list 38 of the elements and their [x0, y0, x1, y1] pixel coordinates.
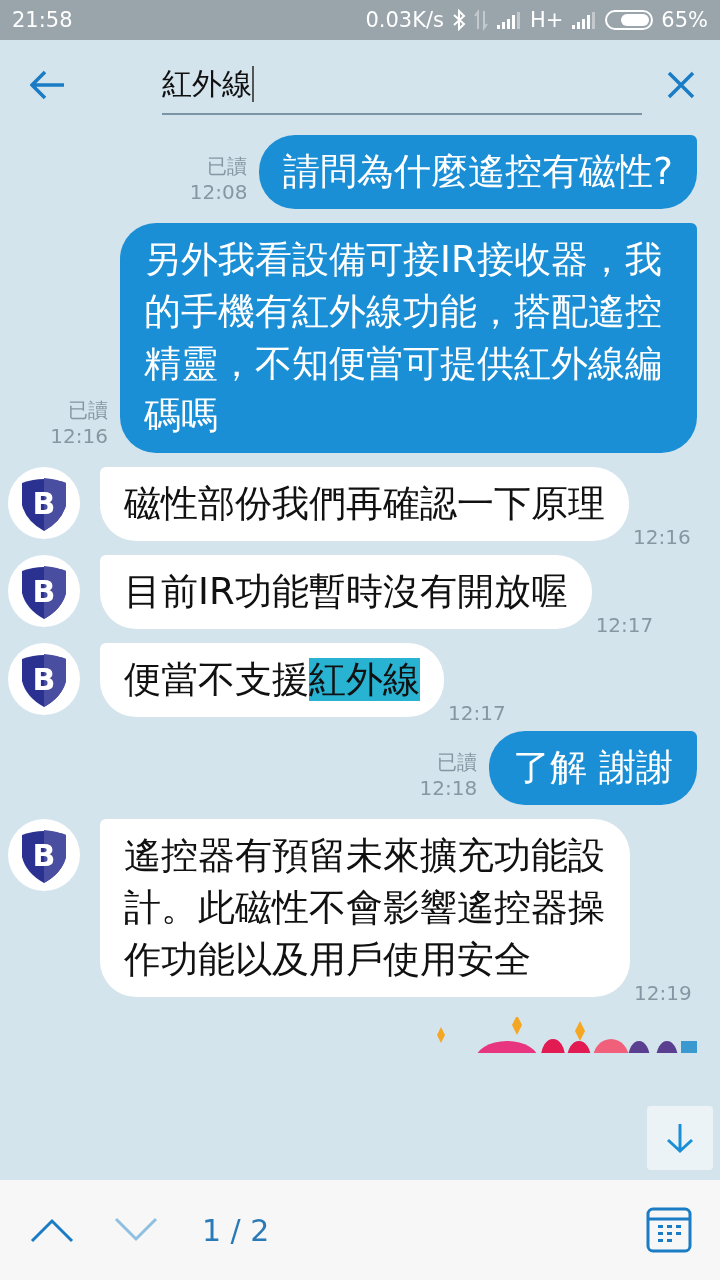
message-time: 12:19	[634, 981, 692, 1005]
message-bubble: 請問為什麼遙控有磁性?	[259, 135, 697, 209]
signal-icon	[495, 10, 522, 30]
battery-icon	[605, 10, 654, 30]
message-bubble: 遙控器有預留未來擴充功能設計。此磁性不會影響遙控器操作功能以及用戶使用安全	[100, 819, 630, 997]
message-bubble: 目前IR功能暫時沒有開放喔	[100, 555, 592, 629]
down-arrow-icon	[665, 1122, 695, 1154]
avatar[interactable]: B	[8, 555, 80, 627]
message-bubble: 便當不支援紅外線	[100, 643, 444, 717]
calendar-icon[interactable]	[646, 1207, 692, 1253]
message-time: 12:18	[419, 775, 478, 801]
scroll-down-button[interactable]	[647, 1106, 713, 1170]
result-counter: 1 / 2	[202, 1212, 270, 1248]
data-transfer-icon	[473, 9, 488, 31]
message-bubble: 磁性部份我們再確認一下原理	[100, 467, 629, 541]
avatar[interactable]: B	[8, 467, 80, 539]
avatar[interactable]: B	[8, 643, 80, 715]
status-time: 21:58	[12, 8, 73, 32]
message-time: 12:17	[448, 701, 506, 725]
avatar[interactable]: B	[8, 819, 80, 891]
read-receipt: 已讀	[68, 397, 108, 423]
message-bubble: 了解 謝謝	[489, 731, 697, 805]
network-speed: 0.03K/s	[365, 8, 444, 32]
signal-icon	[571, 10, 598, 30]
message-time: 12:16	[633, 525, 691, 549]
read-receipt: 已讀	[207, 153, 248, 179]
battery-percent: 65%	[661, 8, 708, 32]
network-type: H+	[529, 8, 564, 32]
message-time: 12:17	[595, 613, 654, 637]
message-time: 12:16	[50, 423, 108, 449]
close-icon[interactable]	[666, 70, 696, 100]
back-arrow-icon[interactable]	[30, 70, 66, 100]
read-receipt: 已讀	[437, 749, 478, 775]
message-bubble: 另外我看設備可接IR接收器，我的手機有紅外線功能，搭配遙控精靈，不知便當可提供紅外線編碼嗎	[120, 223, 697, 453]
up-caret-icon[interactable]	[30, 1217, 74, 1243]
bluetooth-icon	[451, 9, 466, 31]
search-field[interactable]: 紅外線	[162, 55, 642, 115]
message-time: 12:08	[189, 179, 248, 205]
